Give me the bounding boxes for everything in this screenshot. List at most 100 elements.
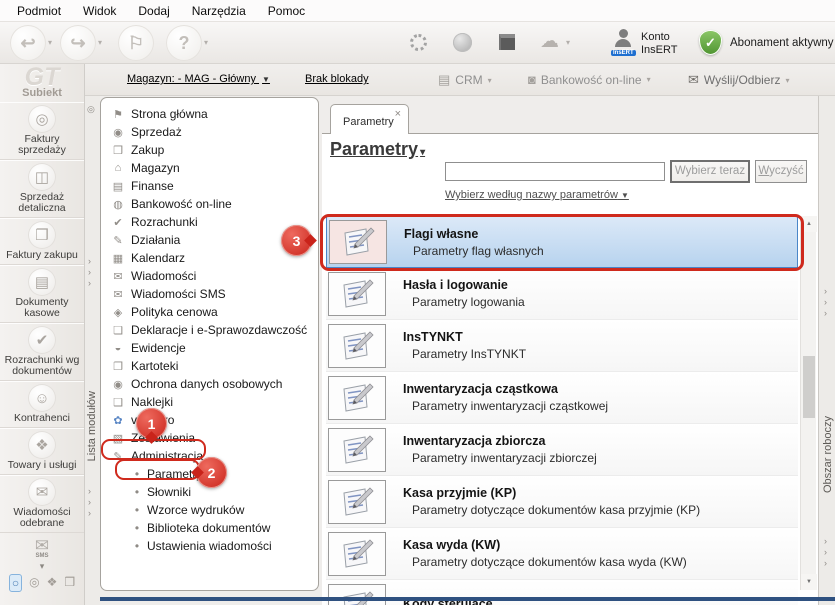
menu-item[interactable]: Narzędzia — [181, 1, 257, 21]
tree-item[interactable]: ◉ Sprzedaż — [101, 123, 318, 141]
banking-caret-icon: ▾ — [646, 75, 651, 84]
select-now-button[interactable]: Wybierz teraz — [670, 160, 750, 183]
lock-status-link[interactable]: Brak blokady — [305, 73, 369, 85]
sidebar-mini-icon[interactable]: ○ — [8, 574, 23, 592]
menu-item[interactable]: Pomoc — [257, 1, 316, 21]
tree-item[interactable]: ✿ vendero — [101, 411, 318, 429]
sidebar-collapse-arrow-icon[interactable]: ▾ — [0, 559, 84, 573]
page-title[interactable]: Parametry ▾ — [330, 139, 425, 160]
forward-button[interactable]: ↪ — [60, 25, 96, 61]
sidebar-mini-icon[interactable]: ❖ — [47, 574, 58, 592]
tab-parametry[interactable]: Parametry × — [330, 104, 409, 134]
parameter-row[interactable]: InsTYNKT Parametry InsTYNKT — [326, 320, 798, 372]
sidebar-mini-icon[interactable]: ❒ — [64, 574, 75, 592]
tree-item-icon: ❑ — [113, 396, 123, 409]
tree-item[interactable]: ◈ Polityka cenowa — [101, 303, 318, 321]
help-dropdown-caret[interactable]: ▾ — [204, 38, 208, 47]
konto-insert-label[interactable]: Konto InsERT — [641, 31, 677, 57]
cloud-services-icon[interactable]: ☁ — [540, 30, 559, 53]
tree-item[interactable]: ⚑ Strona główna — [101, 105, 318, 123]
tree-item[interactable]: • Ustawienia wiadomości — [101, 537, 318, 555]
tree-item-label: Wiadomości — [131, 269, 197, 283]
sidebar-module-button[interactable]: ✔ Rozrachunki wg dokumentów — [0, 323, 84, 381]
send-receive-label: Wyślij/Odbierz — [703, 73, 781, 87]
tree-item-label: Administracja — [131, 449, 204, 463]
cube-icon[interactable] — [499, 34, 515, 50]
parameter-row[interactable]: Kasa wyda (KW) Parametry dotyczące dokum… — [326, 528, 798, 580]
parameter-search-input[interactable] — [445, 162, 665, 181]
parameter-row[interactable]: Hasła i logowanie Parametry logowania — [326, 268, 798, 320]
sidebar-module-button[interactable]: ◫ Sprzedaż detaliczna — [0, 160, 84, 218]
tree-item-icon: ⚑ — [113, 108, 123, 121]
tree-item[interactable]: ✉ Wiadomości SMS — [101, 285, 318, 303]
send-receive-menu[interactable]: ✉ Wyślij/Odbierz ▾ — [688, 72, 790, 88]
parameter-row[interactable]: Inwentaryzacja zbiorcza Parametry inwent… — [326, 424, 798, 476]
tree-item[interactable]: ❏ Deklaracje i e-Sprawozdawczość — [101, 321, 318, 339]
parameter-list: Flagi własne Parametry flag własnych Has… — [326, 216, 798, 605]
back-arrow-icon: ↩ — [20, 32, 36, 53]
scrollbar-thumb[interactable] — [803, 356, 815, 418]
crm-label: CRM — [455, 73, 483, 87]
tree-item[interactable]: ◒ Ewidencje — [101, 339, 318, 357]
scroll-up-arrow-icon[interactable]: ▲ — [801, 216, 817, 232]
forward-dropdown-caret[interactable]: ▾ — [98, 38, 102, 47]
parameter-row[interactable]: Inwentaryzacja cząstkowa Parametry inwen… — [326, 372, 798, 424]
tree-item-label: Strona główna — [131, 107, 208, 121]
list-scrollbar[interactable]: ▲ ▼ — [800, 216, 817, 590]
back-button[interactable]: ↩ — [10, 25, 46, 61]
filter-by-name-link[interactable]: Wybierz według nazwy parametrów ▼ — [445, 189, 629, 201]
tree-item-label: Biblioteka dokumentów — [147, 521, 271, 535]
sidebar-module-icon: ◫ — [28, 163, 56, 191]
tree-item[interactable]: ▤ Finanse — [101, 177, 318, 195]
workspace-strip[interactable]: › › › Obszar roboczy › › › — [818, 96, 835, 605]
parameter-doc-icon — [328, 583, 386, 605]
sidebar-mini-icon[interactable]: ◎ — [29, 574, 39, 592]
menu-item[interactable]: Widok — [72, 1, 127, 21]
pin-icon[interactable]: ◎ — [87, 104, 95, 115]
parameter-row[interactable]: Kody sterujące — [326, 580, 798, 605]
tree-item-label: Działania — [131, 233, 181, 247]
clear-button[interactable]: Wyczyść — [755, 160, 807, 183]
sidebar-module-button[interactable]: ✉ Wiadomości odebrane — [0, 475, 84, 533]
sidebar-module-button[interactable]: ▤ Dokumenty kasowe — [0, 265, 84, 323]
parameter-row[interactable]: Flagi własne Parametry flag własnych — [326, 216, 798, 268]
sidebar-module-label: Sprzedaż detaliczna — [18, 191, 66, 214]
menu-item[interactable]: Podmiot — [6, 1, 72, 21]
tree-item[interactable]: ❒ Zakup — [101, 141, 318, 159]
flag-button[interactable]: ⚐ — [118, 25, 154, 61]
tab-close-icon[interactable]: × — [395, 108, 401, 120]
tree-item[interactable]: • Wzorce wydruków — [101, 501, 318, 519]
module-list-strip[interactable]: ◎ › › › Lista modułów › › › — [85, 96, 100, 605]
tree-item[interactable]: ❐ Kartoteki — [101, 357, 318, 375]
menu-item[interactable]: Dodaj — [127, 1, 180, 21]
konto-insert-icon[interactable] — [615, 29, 631, 47]
globe-icon[interactable] — [453, 33, 472, 52]
sidebar-module-button[interactable]: ◎ Faktury sprzedaży — [0, 102, 84, 160]
tree-item[interactable]: ◍ Bankowość on-line — [101, 195, 318, 213]
back-dropdown-caret[interactable]: ▾ — [48, 38, 52, 47]
parameter-row[interactable]: Kasa przyjmie (KP) Parametry dotyczące d… — [326, 476, 798, 528]
tree-item[interactable]: • Biblioteka dokumentów — [101, 519, 318, 537]
sidebar-module-button[interactable]: ❖ Towary i usługi — [0, 428, 84, 475]
sidebar-module-icon: ◎ — [28, 105, 56, 133]
parameter-description: Parametry inwentaryzacji cząstkowej — [412, 399, 609, 413]
tree-item-label: Naklejki — [131, 395, 174, 409]
banking-menu[interactable]: ◙ Bankowość on-line ▾ — [528, 72, 651, 87]
sidebar-module-button[interactable]: ❒ Faktury zakupu — [0, 218, 84, 265]
tree-item[interactable]: ⌂ Magazyn — [101, 159, 318, 177]
tree-item-icon: • — [134, 521, 140, 535]
help-button[interactable]: ? — [166, 25, 202, 61]
cloud-dropdown-caret[interactable]: ▾ — [566, 38, 570, 47]
help-icon: ? — [178, 32, 190, 53]
crm-menu[interactable]: ▤ CRM ▾ — [438, 72, 492, 88]
warehouse-selector-link[interactable]: Magazyn: - MAG - Główny ▼ — [127, 73, 270, 85]
tree-item[interactable]: ✉ Wiadomości — [101, 267, 318, 285]
sms-module-button[interactable]: ✉ SMS — [0, 533, 84, 559]
sync-status-icon[interactable] — [410, 34, 427, 51]
tree-item[interactable]: ❑ Naklejki — [101, 393, 318, 411]
tab-label: Parametry — [343, 116, 394, 128]
scroll-down-arrow-icon[interactable]: ▼ — [801, 574, 817, 590]
sidebar-module-button[interactable]: ☺ Kontrahenci — [0, 381, 84, 428]
tree-item[interactable]: ◉ Ochrona danych osobowych — [101, 375, 318, 393]
tree-item[interactable]: ▧ Zestawienia — [101, 429, 318, 447]
